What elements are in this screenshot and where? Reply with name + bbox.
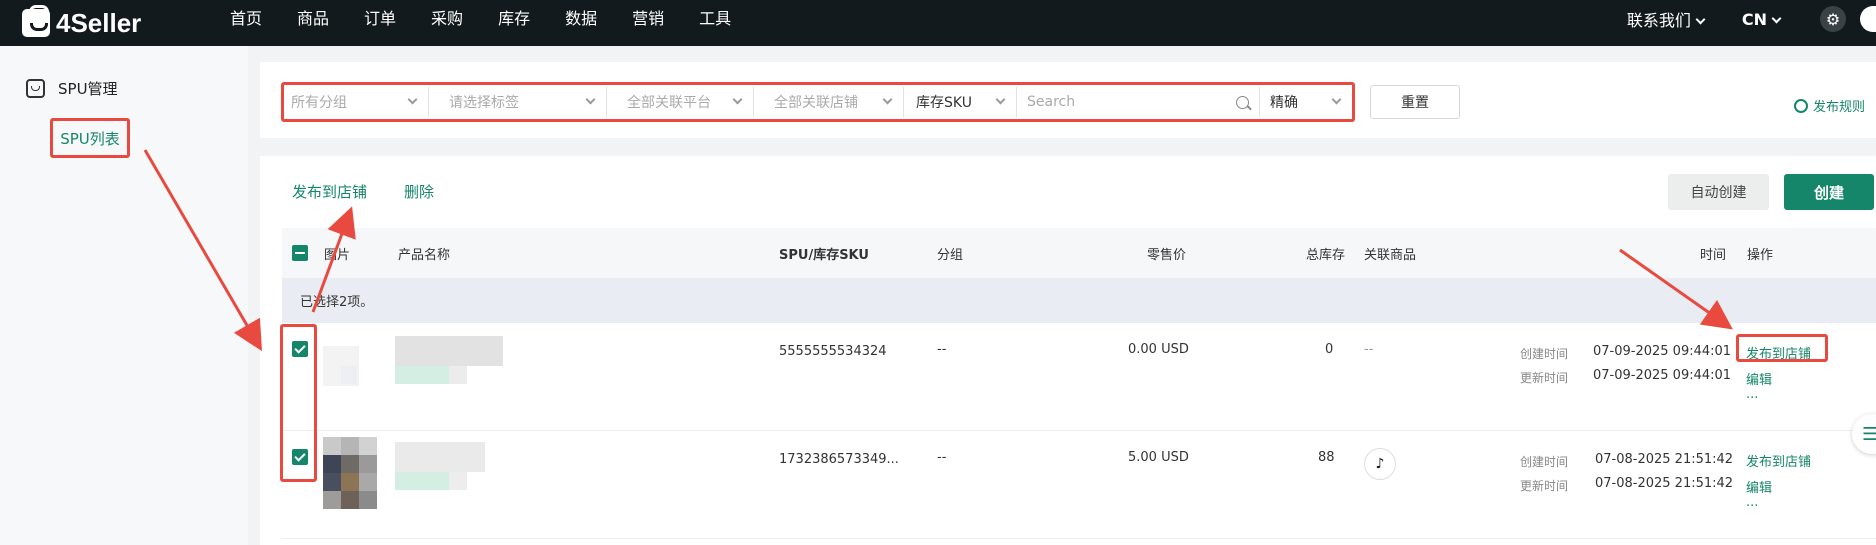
- updated-time: 07-08-2025 21:51:42: [1595, 476, 1734, 491]
- chevron-down-icon: [995, 94, 1006, 104]
- search-input[interactable]: Search: [1016, 87, 1260, 117]
- table-header: [282, 228, 1876, 278]
- search-placeholder: Search: [1027, 94, 1076, 110]
- platform-select[interactable]: 全部关联平台: [620, 87, 754, 117]
- nav-item-tools[interactable]: 工具: [699, 0, 731, 38]
- tag-select-value: 请选择标签: [449, 95, 519, 111]
- checkbox-highlight-box: [280, 324, 317, 482]
- selection-count: 已选择2项。: [300, 295, 374, 310]
- search-field-select[interactable]: 库存SKU: [904, 87, 1016, 117]
- logo-text: 4Seller: [56, 7, 142, 38]
- chevron-down-icon: [1771, 13, 1782, 23]
- spu-code: 1732386573349...: [779, 452, 899, 467]
- group-value: --: [937, 342, 947, 357]
- chevron-down-icon: [1695, 14, 1706, 25]
- create-button[interactable]: 创建: [1784, 174, 1874, 210]
- price-value: 5.00 USD: [1128, 450, 1189, 465]
- group-value: --: [937, 450, 947, 465]
- auto-create-button[interactable]: 自动创建: [1668, 174, 1769, 210]
- contact-us-menu[interactable]: 联系我们: [1626, 7, 1706, 31]
- publish-highlight-box: [1736, 334, 1828, 362]
- top-right-controls: 联系我们 CN ⚙: [1627, 0, 1876, 38]
- chevron-down-icon: [1331, 94, 1342, 104]
- created-time: 07-09-2025 09:44:01: [1593, 344, 1732, 359]
- chevron-down-icon: [407, 94, 418, 104]
- updated-time: 07-09-2025 09:44:01: [1593, 368, 1732, 383]
- search-icon[interactable]: [1236, 95, 1249, 109]
- chevron-down-icon: [732, 94, 743, 104]
- select-all-checkbox[interactable]: [292, 245, 308, 261]
- row-edit-button[interactable]: 编辑: [1746, 369, 1772, 388]
- header-name: 产品名称: [398, 248, 451, 263]
- bag-icon: [26, 79, 45, 98]
- chevron-down-icon: [882, 94, 893, 104]
- header-group: 分组: [937, 248, 964, 263]
- reset-button[interactable]: 重置: [1370, 85, 1460, 119]
- top-navbar: 4Seller 首页 商品 订单 采购 库存 数据 营销 工具 联系我们 CN …: [0, 0, 1876, 46]
- language-label: CN: [1741, 9, 1767, 29]
- header-time: 时间: [1700, 248, 1727, 263]
- header-price: 零售价: [1147, 248, 1187, 263]
- app-logo[interactable]: 4Seller: [22, 5, 142, 40]
- settings-icon: [1794, 98, 1808, 113]
- bulk-publish-button[interactable]: 发布到店铺: [292, 181, 367, 202]
- chevron-down-icon: [585, 94, 596, 104]
- nav-item-home[interactable]: 首页: [230, 0, 262, 38]
- nav-item-purchase[interactable]: 采购: [431, 0, 463, 38]
- nav-item-inventory[interactable]: 库存: [498, 0, 530, 38]
- header-ops: 操作: [1747, 248, 1774, 263]
- row-publish-button[interactable]: 发布到店铺: [1746, 451, 1811, 470]
- row-more-button[interactable]: ...: [1746, 387, 1758, 402]
- sidebar-item-spu-list[interactable]: SPU列表: [50, 118, 130, 158]
- group-select-value: 所有分组: [291, 95, 347, 111]
- selection-bar: [282, 278, 1876, 323]
- sidebar-section-label: SPU管理: [58, 80, 118, 98]
- bulk-delete-button[interactable]: 删除: [404, 181, 434, 202]
- created-time: 07-08-2025 21:51:42: [1595, 452, 1734, 467]
- store-select[interactable]: 全部关联店铺: [767, 87, 904, 117]
- language-menu[interactable]: CN: [1741, 9, 1782, 29]
- nav-item-data[interactable]: 数据: [565, 0, 597, 38]
- row-divider: [282, 538, 1876, 539]
- price-value: 0.00 USD: [1128, 342, 1189, 357]
- stock-value: 0: [1325, 342, 1334, 357]
- row-divider: [282, 430, 1876, 431]
- logo-bag-icon: [22, 5, 50, 37]
- header-linked: 关联商品: [1364, 248, 1417, 263]
- group-select[interactable]: 所有分组: [284, 87, 429, 117]
- spu-code: 5555555534324: [779, 344, 887, 359]
- header-spu: SPU/库存SKU: [779, 248, 869, 263]
- header-image: 图片: [324, 248, 351, 263]
- publish-rules-label: 发布规则: [1813, 100, 1866, 115]
- nav-item-orders[interactable]: 订单: [364, 0, 396, 38]
- stock-value: 88: [1318, 450, 1335, 465]
- linked-products: --: [1364, 342, 1374, 357]
- gear-icon[interactable]: ⚙: [1820, 6, 1846, 32]
- created-time-label: 创建时间: [1520, 455, 1569, 469]
- main-nav: 首页 商品 订单 采购 库存 数据 营销 工具: [230, 0, 766, 38]
- contact-us-label: 联系我们: [1626, 11, 1691, 30]
- publish-rules-link[interactable]: 发布规则: [1794, 96, 1865, 115]
- tag-select[interactable]: 请选择标签: [442, 87, 607, 117]
- nav-item-products[interactable]: 商品: [297, 0, 329, 38]
- sidebar-section-spu[interactable]: SPU管理: [26, 78, 118, 99]
- row-edit-button[interactable]: 编辑: [1746, 477, 1772, 496]
- header-stock: 总库存: [1306, 248, 1346, 263]
- avatar[interactable]: [1860, 6, 1876, 32]
- store-select-value: 全部关联店铺: [774, 95, 858, 111]
- updated-time-label: 更新时间: [1520, 371, 1569, 385]
- row-more-button[interactable]: ...: [1746, 495, 1758, 510]
- updated-time-label: 更新时间: [1520, 479, 1569, 493]
- tiktok-icon[interactable]: ♪: [1364, 448, 1396, 480]
- nav-item-marketing[interactable]: 营销: [632, 0, 664, 38]
- match-mode-select[interactable]: 精确: [1260, 87, 1352, 117]
- platform-select-value: 全部关联平台: [627, 95, 711, 111]
- match-mode-value: 精确: [1270, 95, 1298, 111]
- filter-bar: 所有分组 请选择标签 全部关联平台 全部关联店铺 库存SKU Search 精确: [281, 82, 1355, 122]
- search-field-value: 库存SKU: [916, 95, 972, 111]
- created-time-label: 创建时间: [1520, 347, 1569, 361]
